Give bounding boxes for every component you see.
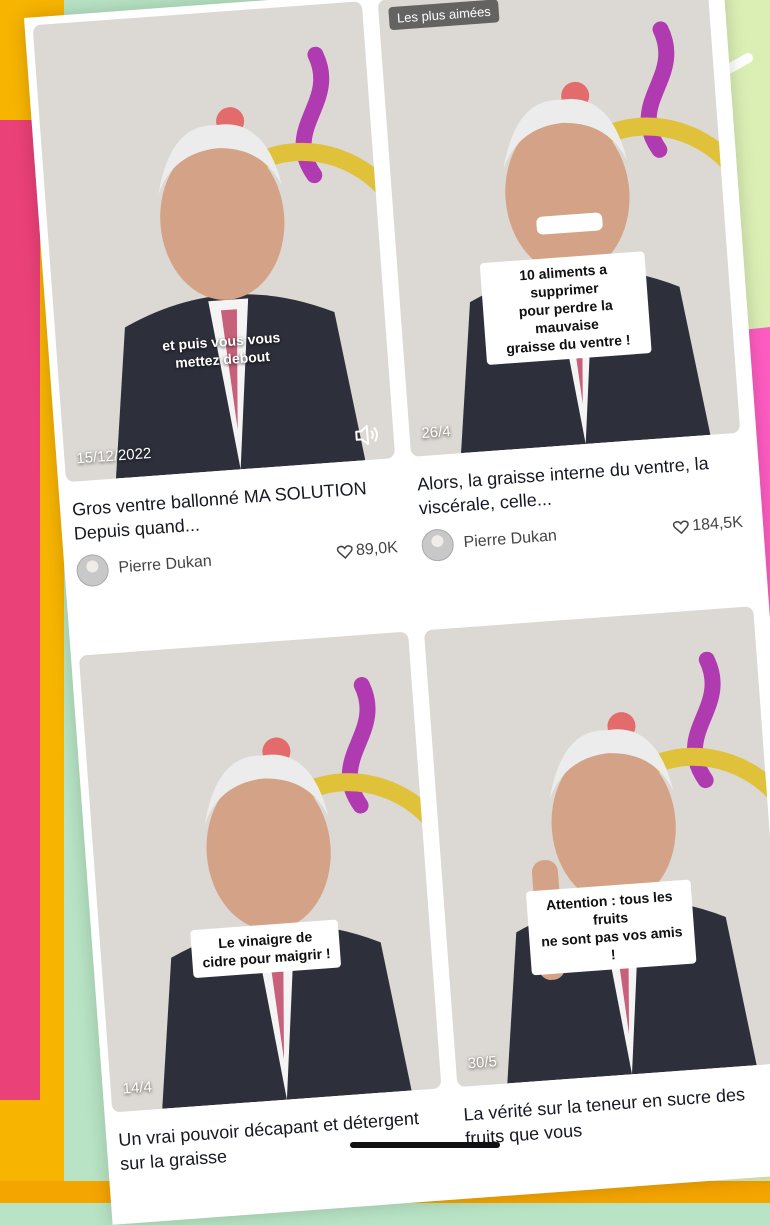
like-count: 184,5K [673,514,744,537]
author-name[interactable]: Pierre Dukan [463,519,674,552]
video-card[interactable]: Attention : tous les fruits ne sont pas … [423,606,770,1151]
sound-icon[interactable] [353,423,381,447]
video-description[interactable]: La vérité sur la teneur en sucre des fru… [463,1079,770,1150]
video-description[interactable]: Un vrai pouvoir décapant et détergent su… [118,1105,443,1176]
video-date: 26/4 [420,422,452,442]
background-pink-band [0,120,40,1100]
video-thumbnail[interactable]: et puis vous vous mettez debout 15/12/20… [32,1,396,483]
presenter-image [507,729,757,1084]
video-date: 14/4 [122,1078,153,1098]
video-card[interactable]: et puis vous vous mettez debout 15/12/20… [32,1,403,588]
like-count: 89,0K [336,539,399,561]
video-thumbnail[interactable]: Attention : tous les fruits ne sont pas … [423,606,770,1088]
like-count-text: 184,5K [691,513,744,535]
video-caption: 10 aliments a supprimer pour perdre la m… [479,251,652,366]
presenter-image [115,124,366,479]
home-indicator[interactable] [350,1142,500,1148]
avatar[interactable] [420,527,455,563]
video-thumbnail[interactable]: Le vinaigre de cidre pour maigrir ! 14/4 [78,631,442,1113]
video-caption: et puis vous vous mettez debout [161,329,281,371]
video-card[interactable]: Les plus aimées 10 aliments a supprimer … [377,0,748,563]
video-caption: Attention : tous les fruits ne sont pas … [525,879,697,976]
video-thumbnail[interactable]: Les plus aimées 10 aliments a supprimer … [377,0,741,457]
heart-icon [336,545,353,559]
video-grid-panel: et puis vous vous mettez debout 15/12/20… [24,0,770,1225]
avatar[interactable] [75,553,110,588]
presenter-image [461,99,711,454]
video-date: 30/5 [467,1053,498,1073]
video-card[interactable]: Le vinaigre de cidre pour maigrir ! 14/4… [78,631,446,1177]
most-liked-badge: Les plus aimées [388,0,500,31]
author-name[interactable]: Pierre Dukan [118,544,338,578]
presenter-image [162,754,412,1109]
like-count-text: 89,0K [355,539,399,560]
heart-icon [673,520,690,535]
